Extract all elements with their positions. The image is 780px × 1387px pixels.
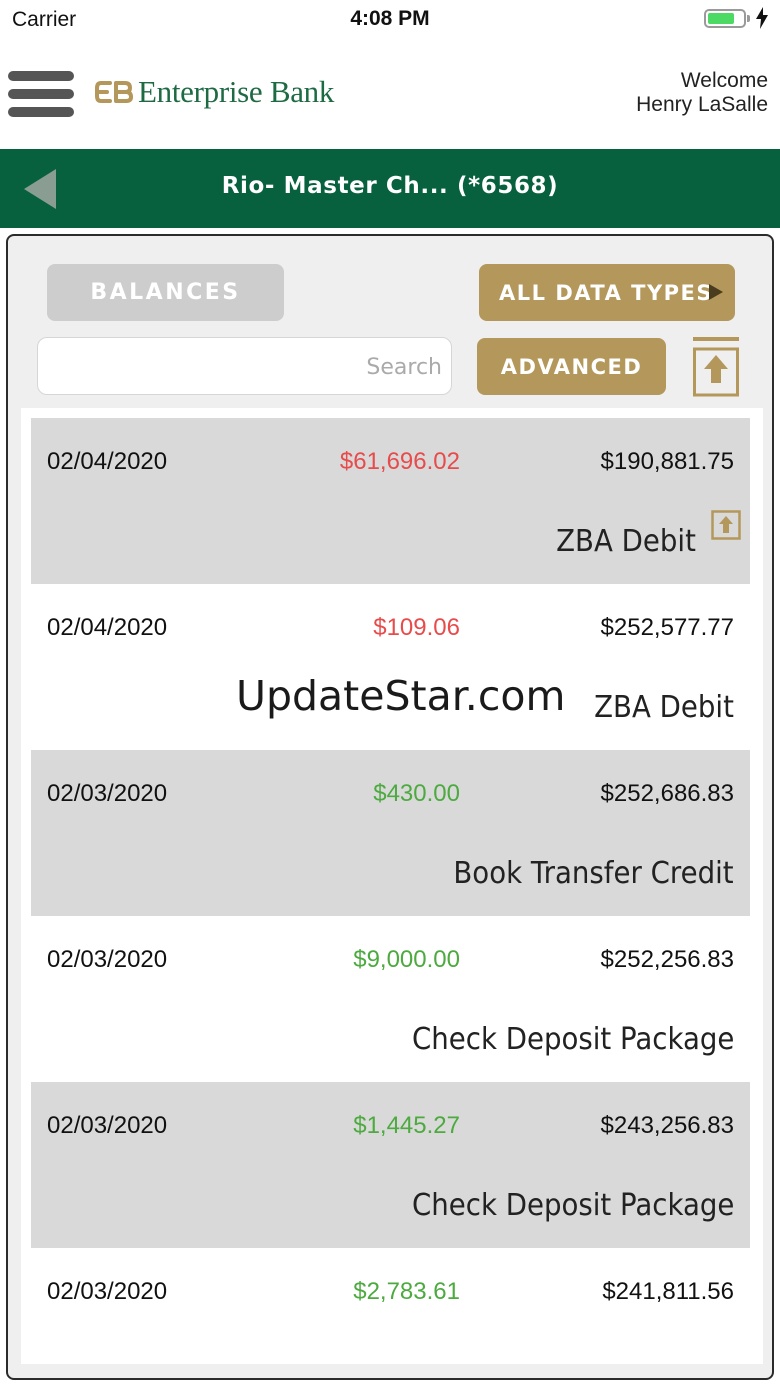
- brand-name: Enterprise Bank: [138, 74, 335, 109]
- account-title: Rio- Master Ch... (*6568): [221, 173, 559, 199]
- status-bar: Carrier 4:08 PM: [0, 0, 780, 40]
- transaction-date: 02/04/2020: [47, 614, 168, 641]
- transaction-row[interactable]: 02/04/2020 $109.06 $252,577.77 ZBA Debit: [31, 584, 750, 750]
- transactions-panel: BALANCES ALL DATA TYPES ADVANCED 02/04/2…: [6, 234, 774, 1380]
- welcome-block: Welcome Henry LaSalle: [636, 69, 768, 117]
- transaction-row[interactable]: 02/03/2020 $9,000.00 $252,256.83 Check Depo…: [31, 916, 750, 1082]
- clock-time: 4:08 PM: [350, 7, 430, 30]
- search-input[interactable]: [48, 346, 444, 388]
- advanced-button[interactable]: ADVANCED: [477, 338, 666, 395]
- balances-button[interactable]: BALANCES: [47, 264, 284, 321]
- all-data-types-button[interactable]: ALL DATA TYPES: [479, 264, 735, 321]
- transaction-description: ZBA Debit: [594, 690, 734, 725]
- row-export-icon[interactable]: [711, 510, 741, 540]
- export-upload-icon[interactable]: [693, 337, 739, 397]
- transaction-row[interactable]: 02/04/2020 $61,696.02 $190,881.75 ZBA Debit: [31, 418, 750, 584]
- transaction-amount: $109.06: [373, 614, 460, 641]
- all-data-types-label: ALL DATA TYPES: [499, 280, 714, 305]
- transaction-description: Check Deposit Package: [411, 1188, 734, 1223]
- watermark-text: UpdateStar.com: [236, 672, 566, 720]
- transaction-date: 02/03/2020: [47, 780, 168, 807]
- running-balance: $241,811.56: [602, 1278, 734, 1305]
- battery-icon: [704, 9, 746, 28]
- app-header: Enterprise Bank Welcome Henry LaSalle: [0, 40, 780, 150]
- transaction-list: 02/04/2020 $61,696.02 $190,881.75 ZBA Debit…: [21, 408, 763, 1364]
- charging-bolt-icon: [756, 7, 768, 29]
- transaction-row[interactable]: 02/03/2020 $1,445.27 $243,256.83 Check Depo…: [31, 1082, 750, 1248]
- running-balance: $243,256.83: [600, 1112, 734, 1139]
- transaction-amount: $9,000.00: [353, 946, 460, 973]
- transaction-amount: $430.00: [373, 780, 460, 807]
- transaction-description: ZBA Debit: [556, 524, 696, 559]
- running-balance: $252,256.83: [600, 946, 734, 973]
- transaction-date: 02/04/2020: [47, 448, 168, 475]
- enterprise-bank-logo: Enterprise Bank: [94, 70, 334, 114]
- running-balance: $252,577.77: [600, 614, 734, 641]
- transaction-row[interactable]: 02/03/2020 $430.00 $252,686.83 Book Transfe…: [31, 750, 750, 916]
- eb-monogram-icon: [95, 81, 133, 103]
- welcome-label: Welcome: [680, 69, 768, 92]
- battery-tip: [747, 15, 750, 22]
- transaction-row[interactable]: 02/03/2020 $2,783.61 $241,811.56: [31, 1248, 750, 1368]
- transaction-date: 02/03/2020: [47, 946, 168, 973]
- transaction-amount: $1,445.27: [353, 1112, 460, 1139]
- search-field[interactable]: [37, 337, 452, 395]
- running-balance: $252,686.83: [600, 780, 734, 807]
- play-arrow-icon: [709, 284, 723, 300]
- account-title-bar: Rio- Master Ch... (*6568): [0, 149, 780, 228]
- running-balance: $190,881.75: [600, 448, 734, 475]
- transaction-amount: $2,783.61: [353, 1278, 460, 1305]
- user-name: Henry LaSalle: [636, 93, 768, 116]
- transaction-date: 02/03/2020: [47, 1278, 168, 1305]
- transaction-description: Book Transfer Credit: [453, 856, 734, 891]
- transaction-date: 02/03/2020: [47, 1112, 168, 1139]
- transaction-amount: $61,696.02: [339, 448, 460, 475]
- transaction-description: Check Deposit Package: [411, 1022, 734, 1057]
- menu-hamburger-icon[interactable]: [8, 71, 74, 117]
